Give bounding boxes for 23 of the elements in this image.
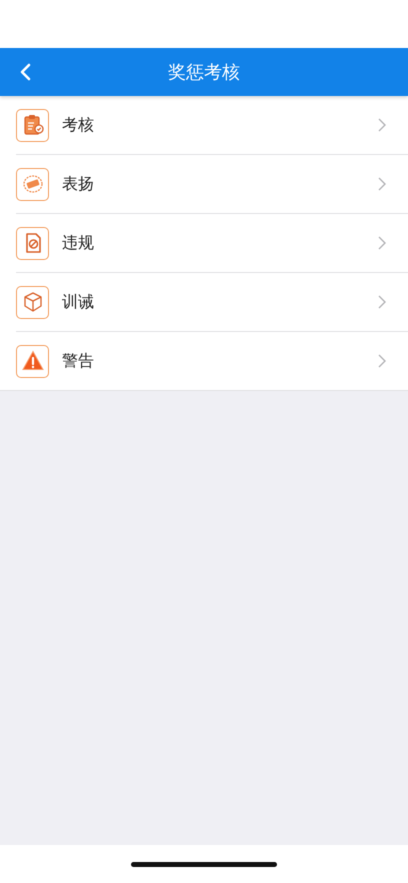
page-title: 奖惩考核 [168, 61, 240, 84]
cube-icon [16, 286, 49, 318]
menu-label: 违规 [62, 232, 95, 254]
menu-item[interactable]: 警告 [0, 332, 408, 391]
back-icon [19, 63, 31, 81]
menu-label: 考核 [62, 114, 95, 136]
chevron-right-icon [378, 354, 386, 368]
menu-item[interactable]: 考核 [16, 96, 408, 155]
menu-label: 表扬 [62, 174, 95, 194]
warning-icon [16, 344, 49, 378]
chevron-right-icon [378, 236, 386, 250]
menu-item[interactable]: 训诫 [16, 273, 408, 332]
chevron-right-icon [378, 118, 386, 132]
menu-label: 警告 [62, 350, 95, 372]
home-indicator[interactable] [131, 862, 277, 866]
chevron-right-icon [378, 177, 386, 191]
menu-item[interactable]: 表扬 [16, 155, 408, 214]
chevron-right-icon [378, 295, 386, 309]
clipboard-icon [16, 108, 49, 142]
prohibited-document-icon [16, 226, 49, 260]
stamp-icon [16, 168, 49, 200]
menu-label: 训诫 [62, 292, 95, 312]
menu-item[interactable]: 违规 [16, 214, 408, 273]
